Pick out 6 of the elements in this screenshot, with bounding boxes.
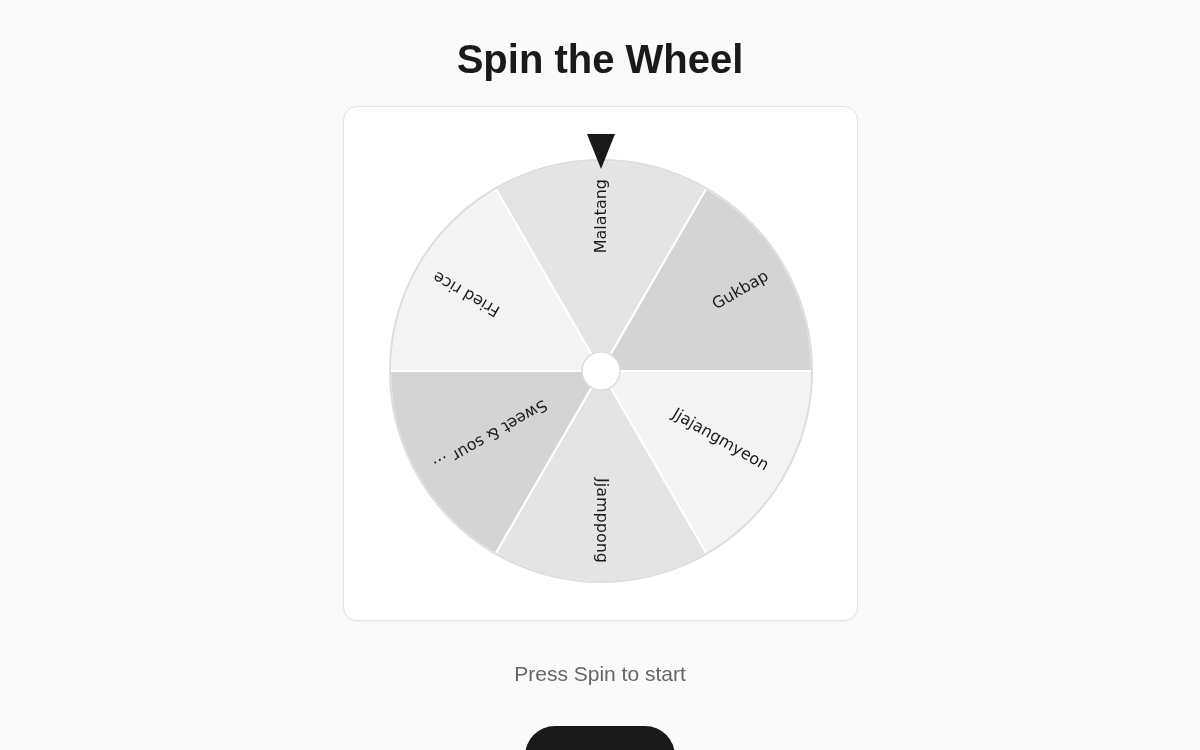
segment-label: Jjamppong	[592, 478, 611, 563]
pointer-icon	[586, 134, 615, 169]
status-text: Press Spin to start	[514, 661, 686, 687]
segment-label: Malatang	[590, 179, 609, 254]
page-title: Spin the Wheel	[456, 36, 744, 82]
wheel-hub	[580, 351, 621, 391]
